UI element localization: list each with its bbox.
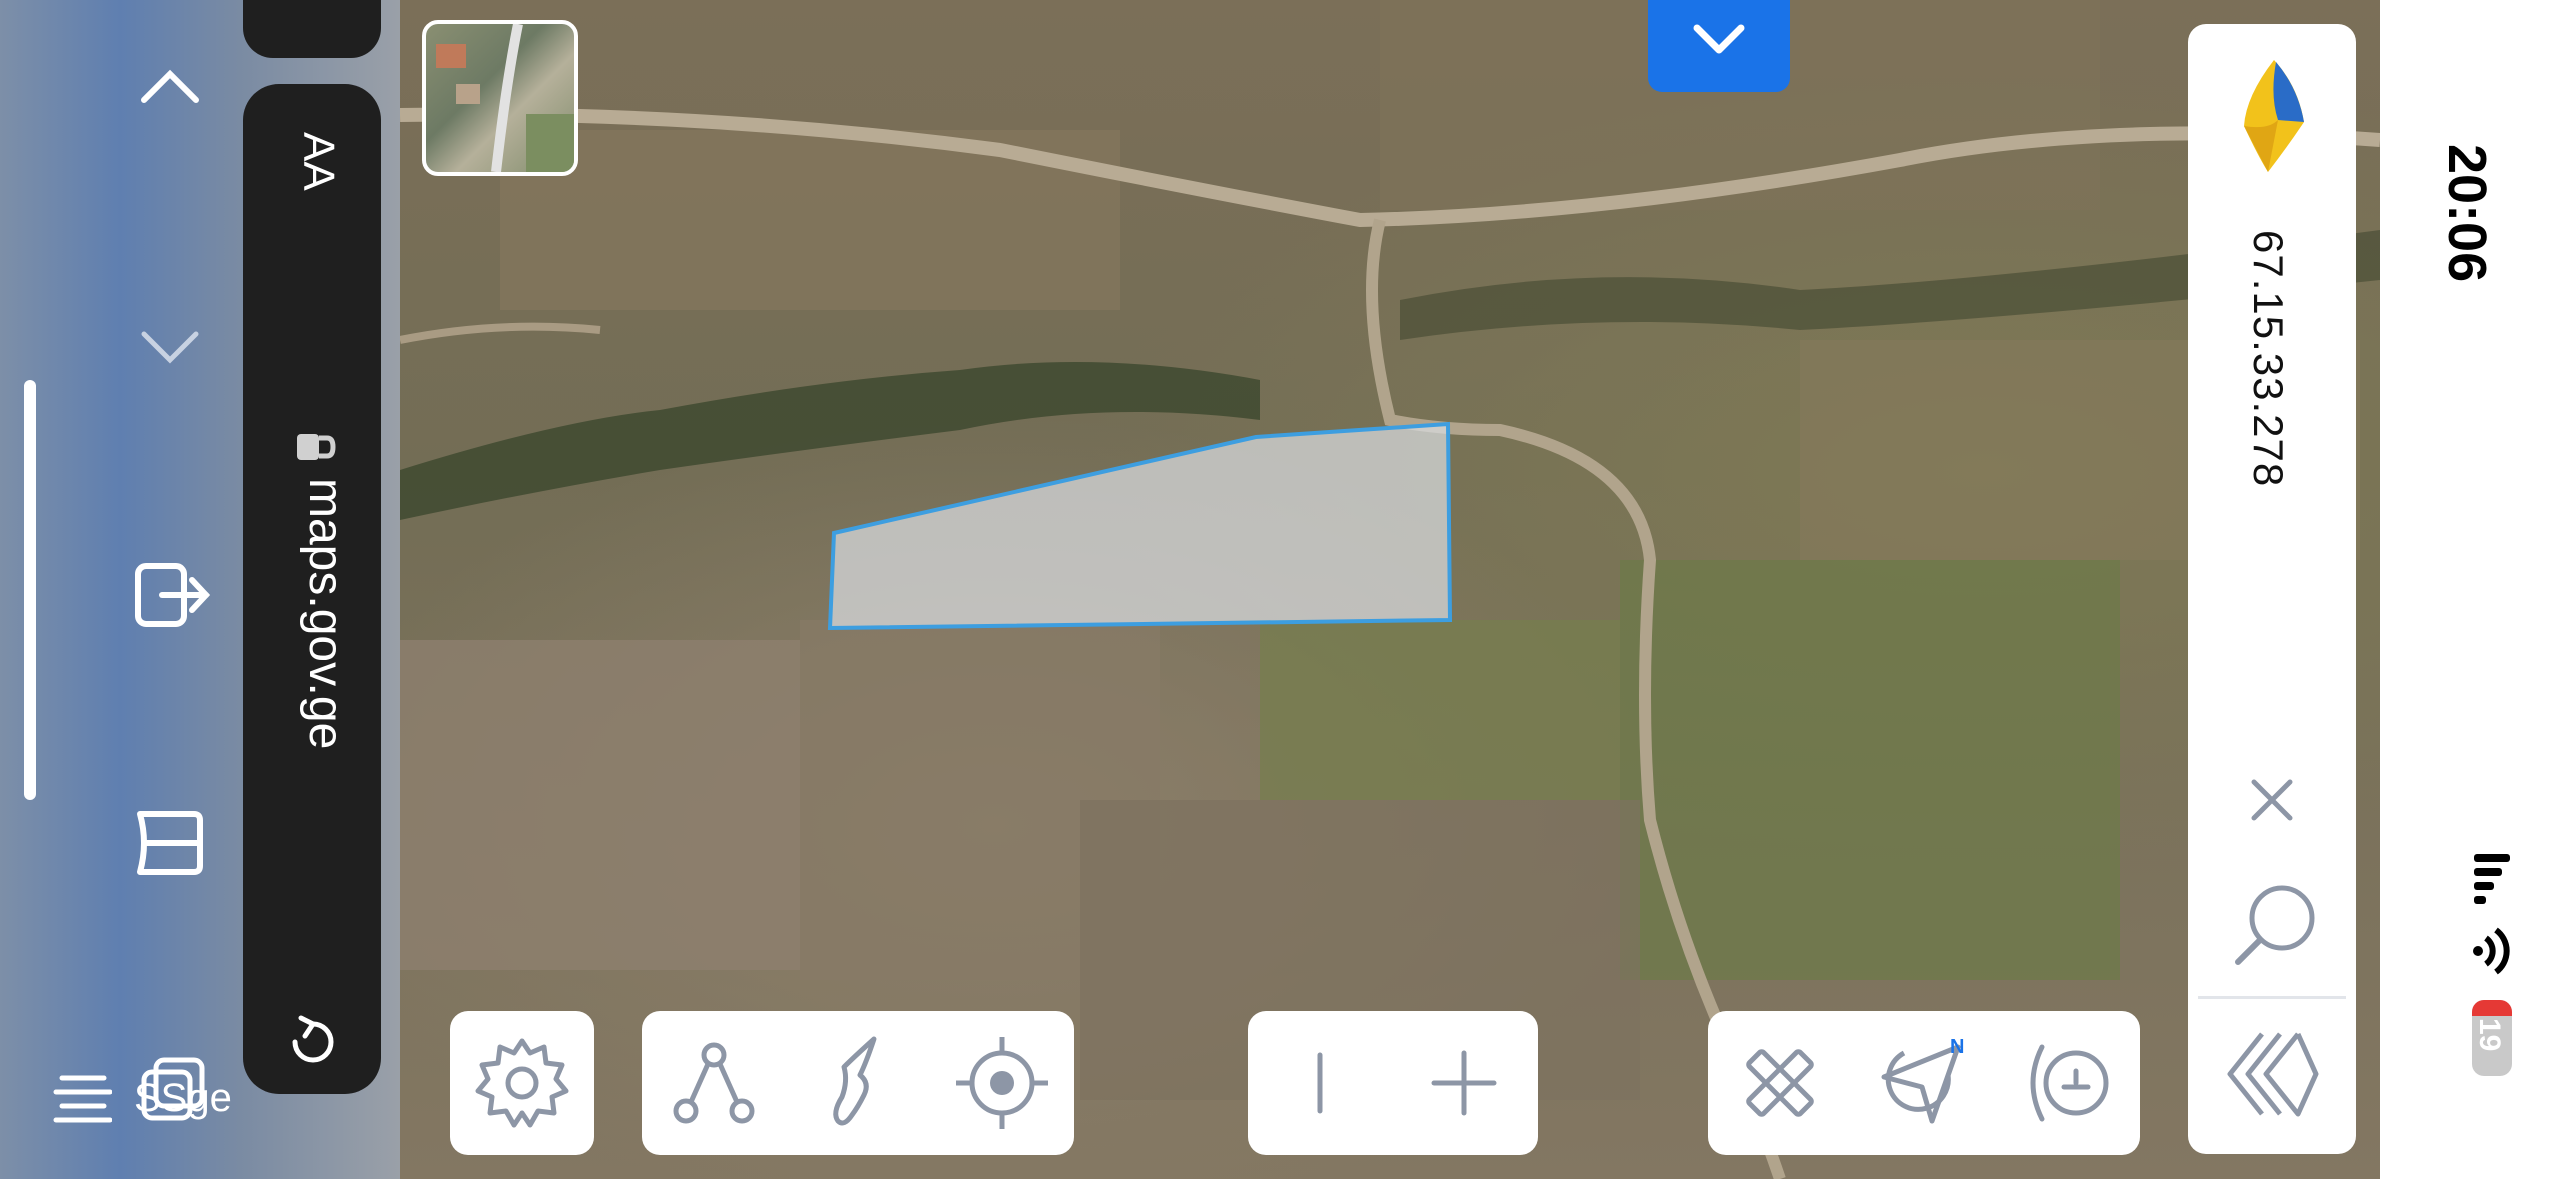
settings-icon[interactable] — [472, 1033, 572, 1133]
svg-text:N: N — [1950, 1036, 1964, 1058]
compass-icon[interactable] — [2018, 1033, 2118, 1133]
chevron-down-icon — [1693, 24, 1745, 54]
scroll-indicator[interactable] — [24, 380, 36, 800]
reload-icon[interactable] — [285, 1014, 341, 1070]
battery-level — [2472, 1000, 2512, 1016]
collapse-icon[interactable] — [2222, 1024, 2322, 1124]
wifi-icon — [2473, 927, 2510, 975]
zoom-in-icon[interactable] — [1414, 1033, 1514, 1133]
address-bar[interactable]: AA maps.gov.ge — [243, 84, 381, 1094]
battery-icon: 19 — [2472, 1000, 2512, 1076]
map-view[interactable] — [400, 0, 2380, 1179]
tools-toolbar — [642, 1011, 1074, 1155]
zoom-toolbar — [1248, 1011, 1538, 1155]
share-icon[interactable] — [134, 560, 212, 630]
url-text[interactable]: maps.gov.ge — [298, 478, 353, 749]
collapse-panel-button[interactable] — [1648, 0, 1790, 92]
logo-icon — [2244, 60, 2304, 172]
parcel-info-panel: 67.15.33.278 — [2188, 24, 2356, 1154]
panel-divider — [2198, 996, 2346, 999]
land-icon[interactable] — [808, 1033, 908, 1133]
close-icon[interactable] — [2246, 774, 2298, 826]
navigate-icon[interactable]: N — [1874, 1033, 1974, 1133]
status-bar: 20:06 19 — [2380, 0, 2556, 1179]
parcel-polygon — [827, 421, 1453, 631]
locate-icon[interactable] — [952, 1033, 1052, 1133]
text-size-button[interactable]: AA — [293, 132, 343, 191]
map-imagery — [400, 0, 2380, 1179]
lock-icon — [297, 434, 336, 460]
bookmarks-icon[interactable] — [134, 806, 206, 880]
zoom-out-icon[interactable] — [1270, 1033, 1370, 1133]
bottom-label: SSge — [134, 1076, 232, 1120]
top-tab-pill[interactable] — [243, 0, 381, 58]
search-icon[interactable] — [2232, 880, 2318, 966]
basemap-thumbnail[interactable] — [422, 20, 578, 176]
chevron-down-icon[interactable] — [138, 324, 202, 374]
battery-percent: 19 — [2473, 1018, 2506, 1052]
settings-toolbar — [450, 1011, 594, 1155]
measure-toolbar: N — [1708, 1011, 2140, 1155]
menu-icon[interactable] — [52, 1072, 112, 1124]
measure-icon[interactable] — [1730, 1033, 1830, 1133]
polygon-icon[interactable] — [664, 1033, 764, 1133]
signal-icon — [2474, 854, 2510, 904]
cadastral-code: 67.15.33.278 — [2245, 230, 2292, 488]
status-time: 20:06 — [2437, 144, 2497, 283]
chevron-up-icon[interactable] — [138, 60, 202, 110]
